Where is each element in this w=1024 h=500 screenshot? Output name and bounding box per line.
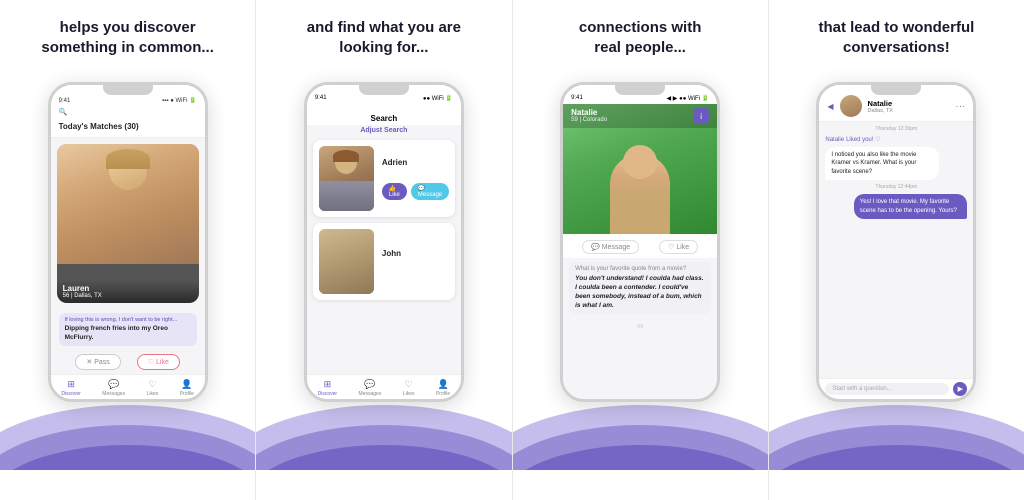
pass-button[interactable]: ✕ Pass bbox=[75, 354, 120, 370]
bio-intro: If loving this is wrong, I don't want to… bbox=[65, 317, 191, 323]
panel-1: helps you discover something in common..… bbox=[0, 0, 255, 500]
nav-likes-1[interactable]: ♡ Likes bbox=[147, 379, 159, 397]
search-header: Search bbox=[307, 104, 461, 125]
panel4-heading: that lead to wonderful conversations! bbox=[818, 18, 974, 70]
chat-avatar bbox=[840, 95, 862, 117]
liked-notification: Natalie Liked you! ♡ bbox=[825, 136, 967, 143]
panel2-heading: and find what you are looking for... bbox=[307, 18, 461, 70]
chat-bubble-received-1: I noticed you also like the movie Kramer… bbox=[825, 147, 939, 180]
status-time-1: 9:41 bbox=[59, 98, 71, 104]
card-name-adrien: Adrien bbox=[382, 158, 449, 167]
profile-name-3: Natalie bbox=[571, 108, 607, 117]
search-icon-1: 🔍 bbox=[59, 108, 68, 116]
card-name-john: John bbox=[382, 249, 449, 258]
profile-age-3: 59 | Colorado bbox=[571, 117, 607, 123]
panel-2: and find what you are looking for... 9:4… bbox=[255, 0, 511, 500]
status-time-2: 9:41 bbox=[315, 95, 327, 102]
nav-discover-1[interactable]: ⊞ Discover bbox=[61, 379, 80, 397]
question-text-3: You don't understand! I coulda had class… bbox=[575, 274, 705, 310]
more-options-icon[interactable]: ··· bbox=[955, 101, 965, 112]
bio-bold: Dipping french fries into my Oreo McFlur… bbox=[65, 325, 191, 342]
status-icons-3: ◀ ▶ ●● WiFi 🔋 bbox=[667, 95, 710, 102]
send-button[interactable]: ▶ bbox=[953, 382, 967, 396]
chat-bubble-sent-1: Yes! I love that movie. My favorite scen… bbox=[854, 194, 968, 219]
status-icons-1: ▪▪▪ ● WiFi 🔋 bbox=[162, 97, 196, 104]
question-label-3: What is your favorite quote from a movie… bbox=[575, 266, 705, 272]
chat-input[interactable]: Start with a question... bbox=[825, 383, 949, 395]
chat-timestamp-2: Thursday 12:44pm bbox=[825, 184, 967, 190]
status-time-3: 9:41 bbox=[571, 95, 583, 102]
nav-messages-1[interactable]: 💬 Messages bbox=[102, 379, 125, 397]
chat-name: Natalie bbox=[868, 99, 950, 108]
nav-messages-2[interactable]: 💬 Messages bbox=[359, 379, 382, 397]
chat-timestamp-1: Thursday 12:30pm bbox=[825, 126, 967, 132]
chat-location: Dallas, TX bbox=[868, 108, 950, 114]
card-name-1: Lauren bbox=[63, 284, 193, 293]
nav-likes-2[interactable]: ♡ Likes bbox=[403, 379, 415, 397]
nav-profile-2[interactable]: 👤 Profile bbox=[436, 379, 450, 397]
quote-icon: ❝ bbox=[563, 320, 717, 337]
matches-title: Today's Matches bbox=[59, 122, 123, 131]
status-icons-2: ●● WiFi 🔋 bbox=[423, 95, 453, 102]
card-info-1: 56 | Dallas, TX bbox=[63, 293, 193, 299]
nav-profile-1[interactable]: 👤 Profile bbox=[180, 379, 194, 397]
nav-discover-2[interactable]: ⊞ Discover bbox=[318, 379, 337, 397]
panel3-heading: connections with real people... bbox=[579, 18, 702, 70]
panel1-heading: helps you discover something in common..… bbox=[41, 18, 214, 70]
like-button-3[interactable]: ♡ Like bbox=[659, 240, 698, 254]
message-button-3[interactable]: 💬 Message bbox=[582, 240, 639, 254]
like-button-2[interactable]: 👍 Like bbox=[382, 183, 407, 200]
like-button-1[interactable]: ♡ Like bbox=[137, 354, 180, 370]
panel-4: that lead to wonderful conversations! ◀ … bbox=[768, 0, 1024, 500]
adjust-search[interactable]: Adjust Search bbox=[307, 125, 461, 136]
matches-count: (30) bbox=[124, 122, 138, 131]
back-icon-4[interactable]: ◀ bbox=[827, 102, 833, 111]
panel-3: connections with real people... 9:41 ◀ ▶… bbox=[512, 0, 768, 500]
message-button-2[interactable]: 💬 Message bbox=[411, 183, 449, 200]
